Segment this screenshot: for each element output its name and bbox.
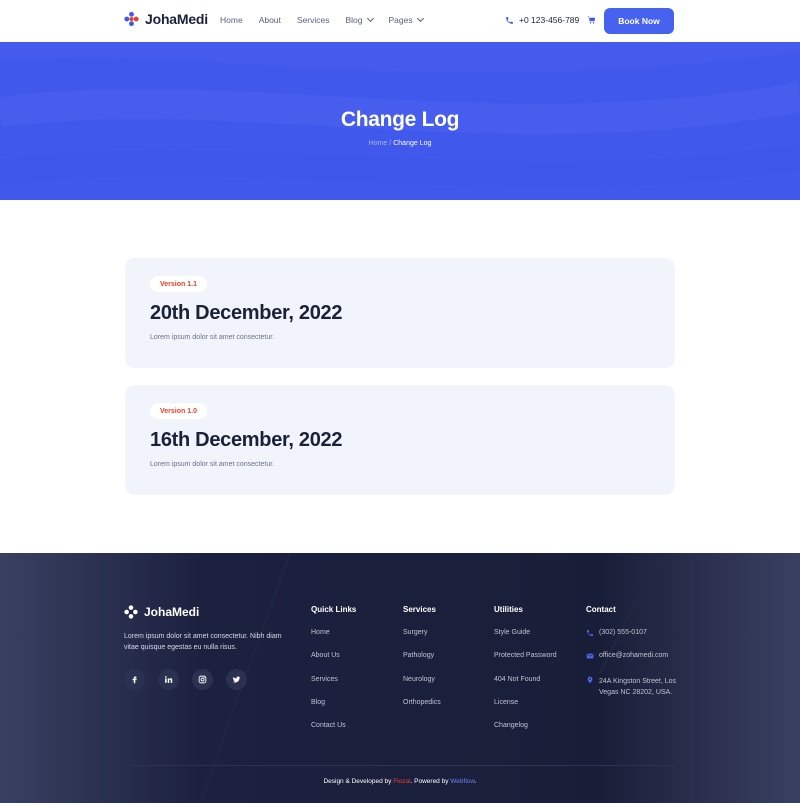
footer-link-surgery[interactable]: Surgery [403, 629, 441, 652]
footer-column-title: Utilities [494, 605, 523, 614]
page-title: Change Log [340, 108, 460, 131]
contact-address: 24A Kingston Street, Los Vegas NC 28202,… [586, 676, 676, 698]
footer-brand-name: JohaMedi [144, 605, 200, 619]
footer-column-title: Quick Links [311, 605, 357, 614]
book-now-button[interactable]: Book Now [604, 8, 674, 34]
changelog-card: Version 1.1 20th December, 2022 Lorem ip… [125, 258, 675, 368]
location-pin-icon [587, 676, 593, 683]
version-badge: Version 1.0 [150, 403, 207, 419]
copyright-prefix: Design & Developed by [323, 778, 394, 785]
twitter-icon[interactable] [226, 669, 247, 690]
footer-services: Services Surgery Pathology Neurology Ort… [403, 605, 441, 722]
nav-home[interactable]: Home [220, 15, 243, 25]
breadcrumb-home[interactable]: Home [369, 140, 388, 147]
footer-link-blog[interactable]: Blog [311, 699, 356, 722]
mail-icon [586, 653, 594, 659]
copyright: Design & Developed by Flozai. Powered by… [0, 778, 800, 785]
nav-pages-label: Pages [388, 15, 413, 25]
contact-phone[interactable]: (302) 555-0107 [586, 629, 676, 652]
footer-column-title: Services [403, 605, 436, 614]
page-hero: Change Log Home / Change Log [0, 42, 800, 200]
cart-icon[interactable] [587, 16, 596, 24]
changelog-date: 20th December, 2022 [150, 302, 343, 324]
instagram-icon[interactable] [192, 669, 213, 690]
phone-icon [506, 16, 513, 24]
contact-email[interactable]: office@zohamedi.com [586, 652, 676, 675]
header-phone[interactable]: +0 123-456-789 [505, 15, 579, 25]
footer-link-services[interactable]: Services [311, 676, 356, 699]
brand-name: JohaMedi [145, 11, 208, 27]
nav-services[interactable]: Services [297, 15, 330, 25]
copyright-platform-link[interactable]: Webflow [450, 778, 474, 785]
footer-column-title: Contact [586, 605, 616, 614]
header-phone-number: +0 123-456-789 [519, 15, 580, 25]
site-header: JohaMedi Home About Services Blog Pages … [0, 0, 800, 42]
contact-email-text: office@zohamedi.com [599, 652, 669, 660]
chevron-down-icon [416, 14, 424, 23]
version-badge: Version 1.1 [150, 276, 207, 292]
main-nav: Home About Services Blog Pages [220, 14, 424, 25]
changelog-description: Lorem ipsum dolor sit amet consectetur. [150, 461, 275, 468]
footer-description: Lorem ipsum dolor sit amet consectetur. … [124, 633, 282, 651]
address-line-2: Vegas NC 28202, USA. [599, 688, 673, 696]
social-links [124, 669, 247, 690]
linkedin-icon[interactable] [158, 669, 179, 690]
footer-link-changelog[interactable]: Changelog [494, 722, 557, 745]
footer-link-home[interactable]: Home [311, 629, 356, 652]
nav-blog-label: Blog [345, 15, 363, 25]
copyright-suffix: . [474, 778, 477, 785]
breadcrumb-current: Change Log [393, 140, 432, 147]
chevron-down-icon [366, 14, 374, 23]
nav-services-label: Services [296, 15, 330, 25]
address-line-1: 24A Kingston Street, Los [599, 677, 677, 685]
changelog-description: Lorem ipsum dolor sit amet consectetur. [150, 334, 275, 341]
footer-link-protected-password[interactable]: Protected Password [494, 652, 557, 675]
footer-link-contact[interactable]: Contact Us [311, 722, 356, 745]
breadcrumb-separator: / [389, 140, 392, 147]
changelog-date: 16th December, 2022 [150, 429, 343, 451]
footer-link-pathology[interactable]: Pathology [403, 652, 441, 675]
breadcrumb: Home / Change Log [0, 140, 800, 147]
copyright-mid: . Powered by [410, 778, 451, 785]
nav-pages[interactable]: Pages [388, 14, 424, 25]
nav-about-label: About [258, 15, 281, 25]
footer-link-style-guide[interactable]: Style Guide [494, 629, 557, 652]
footer-link-neurology[interactable]: Neurology [403, 676, 441, 699]
footer-quick-links: Quick Links Home About Us Services Blog … [311, 605, 356, 745]
footer-utilities: Utilities Style Guide Protected Password… [494, 605, 557, 745]
footer-link-orthopedics[interactable]: Orthopedics [403, 699, 441, 722]
logo-mark-icon [124, 605, 138, 619]
footer-link-license[interactable]: License [494, 699, 557, 722]
changelog-card: Version 1.0 16th December, 2022 Lorem ip… [125, 385, 675, 495]
copyright-brand-link[interactable]: Flozai [393, 778, 410, 785]
footer-link-about[interactable]: About Us [311, 652, 356, 675]
facebook-icon[interactable] [124, 669, 145, 690]
brand-logo[interactable]: JohaMedi [124, 11, 208, 27]
footer-brand[interactable]: JohaMedi [124, 605, 199, 619]
nav-about[interactable]: About [259, 15, 281, 25]
footer-link-404[interactable]: 404 Not Found [494, 676, 557, 699]
nav-blog[interactable]: Blog [345, 14, 374, 25]
contact-address-text: 24A Kingston Street, Los Vegas NC 28202,… [599, 676, 676, 698]
nav-home-label: Home [220, 15, 243, 25]
logo-mark-icon [124, 11, 139, 27]
contact-phone-text: (302) 555-0107 [599, 629, 647, 636]
footer-contact: Contact (302) 555-0107 office@zohamedi.c… [586, 605, 676, 698]
footer-divider [125, 765, 675, 766]
site-footer: JohaMedi Lorem ipsum dolor sit amet cons… [0, 553, 800, 803]
phone-icon [587, 630, 593, 636]
